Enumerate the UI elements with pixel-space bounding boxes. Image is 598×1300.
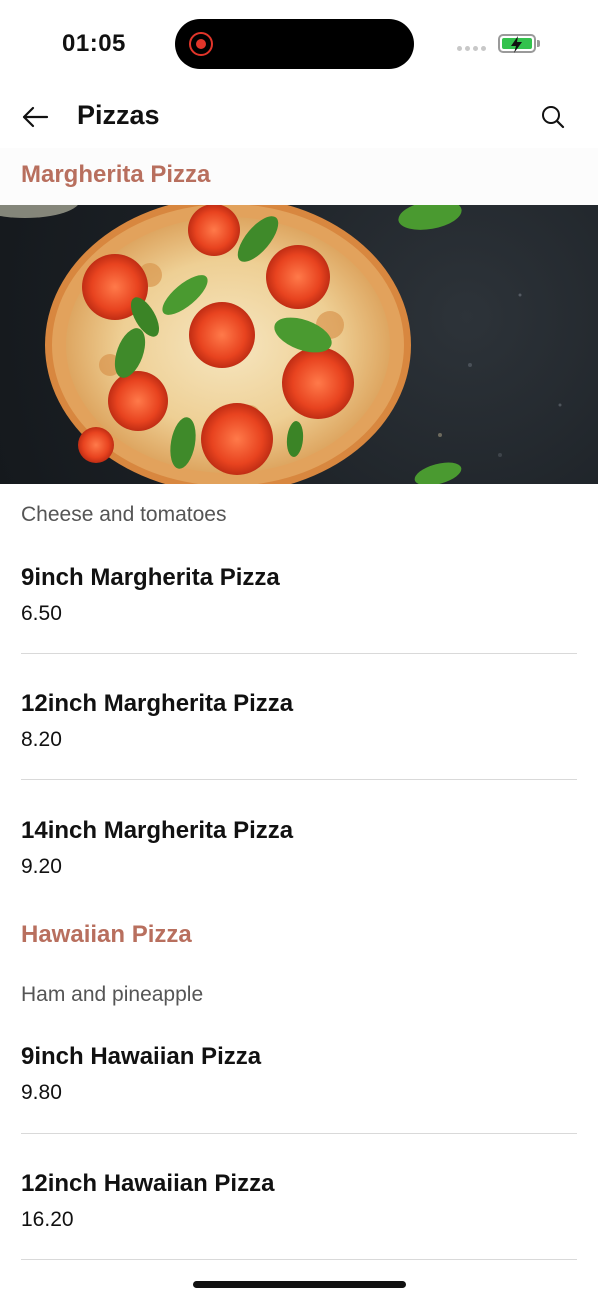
section-title: Margherita Pizza <box>21 161 211 188</box>
item-name: 14inch Margherita Pizza <box>21 817 294 844</box>
menu-item[interactable]: 12inch Margherita Pizza 8.20 <box>0 690 598 816</box>
pizza-image <box>0 205 598 484</box>
charging-bolt-icon <box>511 36 522 53</box>
item-name: 12inch Hawaiian Pizza <box>21 1170 275 1197</box>
section-header-hawaiian: Hawaiian Pizza <box>0 908 598 965</box>
top-nav-bar: Pizzas <box>0 88 598 148</box>
item-price: 9.80 <box>21 1081 62 1104</box>
section-description: Ham and pineapple <box>21 983 204 1006</box>
screen: 01:05 Pizzas Margherita Pizza Cheese and… <box>0 0 598 1300</box>
search-button[interactable] <box>536 100 570 134</box>
back-button[interactable] <box>18 100 52 134</box>
menu-item[interactable]: 9inch Hawaiian Pizza 9.80 <box>0 1043 598 1169</box>
divider <box>21 653 577 654</box>
section-header-margherita: Margherita Pizza <box>0 148 598 205</box>
home-indicator[interactable] <box>193 1281 406 1288</box>
dynamic-island <box>175 19 414 69</box>
battery-cap <box>537 40 540 47</box>
battery-icon <box>498 34 536 53</box>
section-description: Cheese and tomatoes <box>21 503 227 526</box>
divider <box>21 1259 577 1260</box>
screen-recording-icon <box>189 32 213 56</box>
menu-item[interactable]: 9inch Margherita Pizza 6.50 <box>0 564 598 690</box>
item-name: 9inch Hawaiian Pizza <box>21 1043 262 1070</box>
item-price: 16.20 <box>21 1208 74 1231</box>
item-price: 6.50 <box>21 602 62 625</box>
status-time: 01:05 <box>62 30 126 57</box>
margherita-pizza-photo <box>0 205 562 484</box>
arrow-left-icon <box>22 106 49 128</box>
search-icon <box>542 106 565 129</box>
item-price: 8.20 <box>21 728 62 751</box>
cellular-signal-icon <box>457 46 486 51</box>
status-bar: 01:05 <box>0 0 598 88</box>
item-name: 9inch Margherita Pizza <box>21 564 280 591</box>
item-price: 9.20 <box>21 855 62 878</box>
item-name: 12inch Margherita Pizza <box>21 690 294 717</box>
section-title: Hawaiian Pizza <box>21 921 192 948</box>
page-title: Pizzas <box>77 100 160 130</box>
menu-item[interactable]: 12inch Hawaiian Pizza 16.20 <box>0 1170 598 1260</box>
divider <box>21 1133 577 1134</box>
divider <box>21 779 577 780</box>
